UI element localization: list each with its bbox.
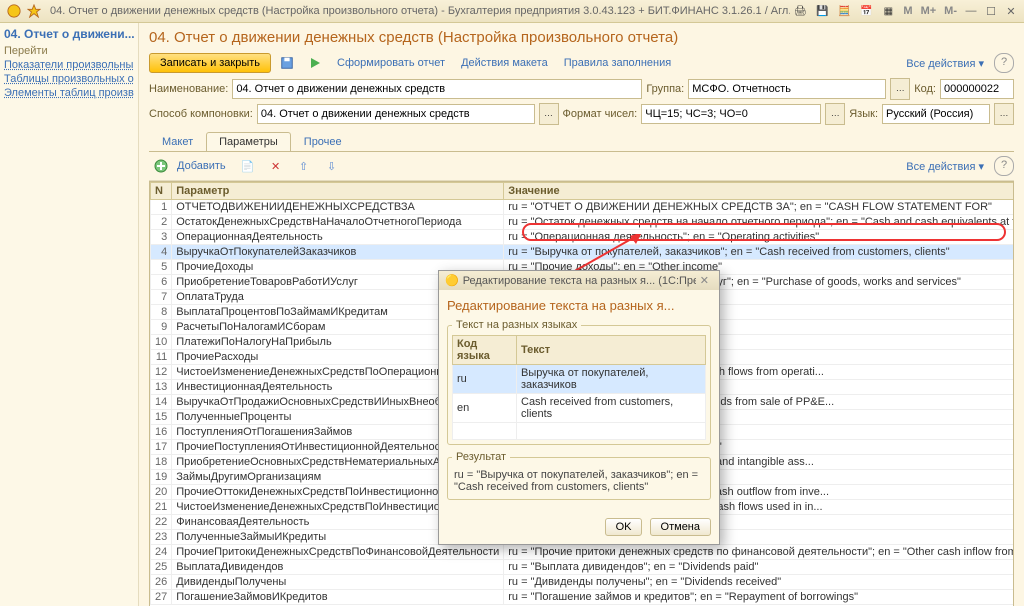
result-fieldset: Результат ru = "Выручка от покупателей, … — [447, 451, 711, 500]
favorite-icon[interactable] — [26, 3, 42, 19]
lang-row-en[interactable]: enCash received from customers, clients — [453, 394, 706, 423]
all-actions-params-dropdown[interactable]: Все действия ▾ — [900, 160, 990, 173]
number-format-input[interactable] — [641, 104, 821, 124]
add-button[interactable]: Добавить — [177, 160, 232, 172]
dialog-app-icon: 🟡 — [445, 274, 459, 287]
m-plus-button[interactable]: M+ — [918, 4, 940, 18]
tab-other[interactable]: Прочее — [291, 132, 355, 151]
code-input[interactable] — [940, 79, 1014, 99]
play-icon-button[interactable] — [303, 52, 327, 74]
add-icon[interactable] — [149, 155, 173, 177]
layout-actions-link[interactable]: Действия макета — [455, 57, 554, 69]
window-title: 04. Отчет о движении денежных средств (Н… — [50, 5, 790, 17]
nav-title: 04. Отчет о движени... — [4, 27, 134, 41]
m-minus-button[interactable]: M- — [941, 4, 960, 18]
page-title: 04. Отчет о движении денежных средств (Н… — [149, 29, 1014, 46]
save-icon[interactable]: 💾 — [814, 3, 830, 19]
languages-legend: Текст на разных языках — [452, 319, 581, 331]
table-row[interactable]: 1ОТЧЕТОДВИЖЕНИИДЕНЕЖНЫХСРЕДСТВЗАru = "ОТ… — [151, 200, 1015, 215]
grid-icon[interactable]: ▦ — [880, 3, 896, 19]
col-param[interactable]: Параметр — [172, 183, 504, 200]
lang-label: Язык: — [849, 108, 878, 120]
col-lang-text[interactable]: Текст — [517, 336, 706, 365]
lang-picker-button[interactable]: … — [994, 103, 1014, 125]
col-value[interactable]: Значение — [504, 183, 1014, 200]
table-row[interactable]: 3ОперационнаяДеятельностьru = "Операцион… — [151, 230, 1015, 245]
tab-bar: Макет Параметры Прочее — [149, 132, 1014, 152]
col-n[interactable]: N — [151, 183, 172, 200]
languages-grid[interactable]: Код языка Текст ruВыручка от покупателей… — [452, 335, 706, 440]
dialog-heading: Редактирование текста на разных я... — [447, 298, 711, 313]
nav-section-label: Перейти — [4, 45, 134, 57]
table-row[interactable]: 27ПогашениеЗаймовИКредитовru = "Погашени… — [151, 590, 1015, 605]
print-icon[interactable]: 🖨 — [792, 3, 808, 19]
code-label: Код: — [914, 83, 936, 95]
name-input[interactable] — [232, 79, 642, 99]
table-row[interactable]: 26ДивидендыПолученыru = "Дивиденды получ… — [151, 575, 1015, 590]
title-bar: 04. Отчет о движении денежных средств (Н… — [0, 0, 1024, 23]
move-down-icon[interactable]: ⇩ — [320, 155, 344, 177]
result-text: ru = "Выручка от покупателей, заказчиков… — [452, 467, 706, 495]
save-icon-button[interactable] — [275, 52, 299, 74]
nav-link-elements[interactable]: Элементы таблиц произв... — [4, 87, 134, 99]
dialog-titlebar[interactable]: 🟡 Редактирование текста на разных я... (… — [439, 271, 719, 290]
calc-icon[interactable]: 🧮 — [836, 3, 852, 19]
lang-input[interactable] — [882, 104, 990, 124]
tab-layout[interactable]: Макет — [149, 132, 206, 151]
table-row[interactable]: 25ВыплатаДивидендовru = "Выплата дивиден… — [151, 560, 1015, 575]
table-row[interactable]: 4ВыручкаОтПокупателейЗаказчиковru = "Выр… — [151, 245, 1015, 260]
form-report-link[interactable]: Сформировать отчет — [331, 57, 451, 69]
nav-link-tables[interactable]: Таблицы произвольных о... — [4, 73, 134, 85]
table-row[interactable]: 2ОстатокДенежныхСредствНаНачалоОтчетного… — [151, 215, 1015, 230]
delete-icon[interactable]: ✕ — [264, 155, 288, 177]
copy-icon[interactable]: 📄 — [236, 155, 260, 177]
table-row[interactable]: 24ПрочиеПритокиДенежныхСредствПоФинансов… — [151, 545, 1015, 560]
lang-row-ru[interactable]: ruВыручка от покупателей, заказчиков — [453, 365, 706, 394]
nav-link-indicators[interactable]: Показатели произвольны... — [4, 59, 134, 71]
group-input[interactable] — [688, 79, 886, 99]
number-format-picker-button[interactable]: … — [825, 103, 845, 125]
calendar-icon[interactable]: 📅 — [858, 3, 874, 19]
group-picker-button[interactable]: … — [890, 78, 910, 100]
layout-method-picker-button[interactable]: … — [539, 103, 559, 125]
help-icon[interactable]: ? — [994, 53, 1014, 73]
dialog-cancel-button[interactable]: Отмена — [650, 518, 711, 536]
app-icon — [6, 3, 22, 19]
result-legend: Результат — [452, 451, 510, 463]
all-actions-dropdown[interactable]: Все действия ▾ — [900, 57, 990, 70]
dialog-ok-button[interactable]: OK — [605, 518, 643, 536]
name-label: Наименование: — [149, 83, 228, 95]
save-and-close-button[interactable]: Записать и закрыть — [149, 53, 271, 73]
close-icon[interactable]: ✕ — [1002, 4, 1020, 18]
dialog-title: Редактирование текста на разных я... (1С… — [463, 275, 696, 287]
minimize-icon[interactable]: — — [962, 4, 980, 18]
maximize-icon[interactable]: ☐ — [982, 4, 1000, 18]
layout-method-input[interactable] — [257, 104, 535, 124]
edit-text-dialog: 🟡 Редактирование текста на разных я... (… — [438, 270, 720, 545]
dialog-close-icon[interactable]: ✕ — [696, 274, 713, 287]
fill-rules-link[interactable]: Правила заполнения — [558, 57, 678, 69]
col-lang-code[interactable]: Код языка — [453, 336, 517, 365]
tab-params[interactable]: Параметры — [206, 132, 291, 151]
languages-fieldset: Текст на разных языках Код языка Текст r… — [447, 319, 711, 445]
params-toolbar: Добавить 📄 ✕ ⇧ ⇩ Все действия ▾ ? — [149, 152, 1014, 181]
group-label: Группа: — [646, 83, 684, 95]
number-format-label: Формат чисел: — [563, 108, 638, 120]
navigation-panel: 04. Отчет о движени... Перейти Показател… — [0, 23, 139, 606]
lang-row-empty[interactable] — [453, 423, 706, 440]
layout-method-label: Способ компоновки: — [149, 108, 253, 120]
main-toolbar: Записать и закрыть Сформировать отчет Де… — [149, 52, 1014, 74]
help-params-icon[interactable]: ? — [994, 156, 1014, 176]
move-up-icon[interactable]: ⇧ — [292, 155, 316, 177]
m-button[interactable]: M — [900, 4, 915, 18]
